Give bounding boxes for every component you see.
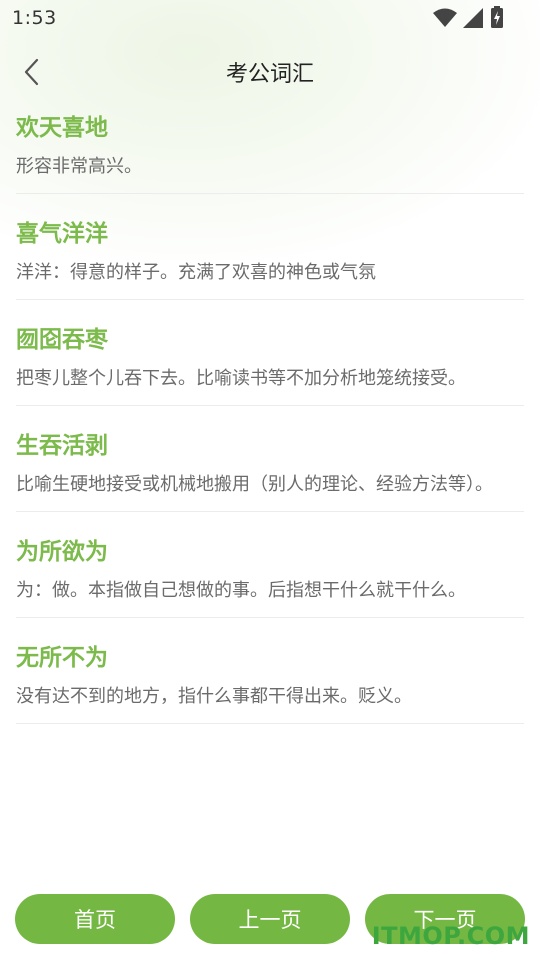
- item-definition: 比喻生硬地接受或机械地搬用（别人的理论、经验方法等）。: [16, 474, 493, 495]
- item-definition: 把枣儿整个儿吞下去。比喻读书等不加分析地笼统接受。: [16, 368, 466, 389]
- first-page-button[interactable]: 首页: [15, 894, 175, 944]
- item-term: 无所不为: [16, 645, 108, 671]
- item-definition: 为：做。本指做自己想做的事。后指想干什么就干什么。: [16, 580, 466, 601]
- status-bar: 1:53: [0, 0, 540, 36]
- item-term: 生吞活剥: [16, 433, 108, 459]
- list-item[interactable]: 喜气洋洋 洋洋：得意的样子。充满了欢喜的神色或气氛: [16, 194, 524, 300]
- item-definition: 形容非常高兴。: [16, 156, 142, 177]
- battery-icon: [491, 6, 503, 28]
- item-term: 囫囵吞枣: [16, 327, 108, 353]
- item-term: 欢天喜地: [16, 115, 108, 141]
- vocabulary-list: 欢天喜地 形容非常高兴。 喜气洋洋 洋洋：得意的样子。充满了欢喜的神色或气氛 囫…: [16, 110, 524, 724]
- list-item[interactable]: 欢天喜地 形容非常高兴。: [16, 110, 524, 194]
- navigation-bar: 考公词汇: [0, 40, 540, 102]
- item-definition: 洋洋：得意的样子。充满了欢喜的神色或气氛: [16, 262, 376, 283]
- item-term: 喜气洋洋: [16, 221, 108, 247]
- list-item[interactable]: 为所欲为 为：做。本指做自己想做的事。后指想干什么就干什么。: [16, 512, 524, 618]
- page-title: 考公词汇: [225, 62, 314, 87]
- list-item[interactable]: 囫囵吞枣 把枣儿整个儿吞下去。比喻读书等不加分析地笼统接受。: [16, 300, 524, 406]
- item-term: 为所欲为: [16, 539, 108, 565]
- list-item[interactable]: 无所不为 没有达不到的地方，指什么事都干得出来。贬义。: [16, 618, 524, 724]
- watermark: ITMOP.COM: [371, 922, 530, 950]
- status-time: 1:53: [12, 7, 57, 29]
- item-definition: 没有达不到的地方，指什么事都干得出来。贬义。: [16, 686, 412, 707]
- wifi-icon: [433, 8, 457, 27]
- list-item[interactable]: 生吞活剥 比喻生硬地接受或机械地搬用（别人的理论、经验方法等）。: [16, 406, 524, 512]
- previous-page-button[interactable]: 上一页: [190, 894, 350, 944]
- signal-icon: [463, 8, 483, 28]
